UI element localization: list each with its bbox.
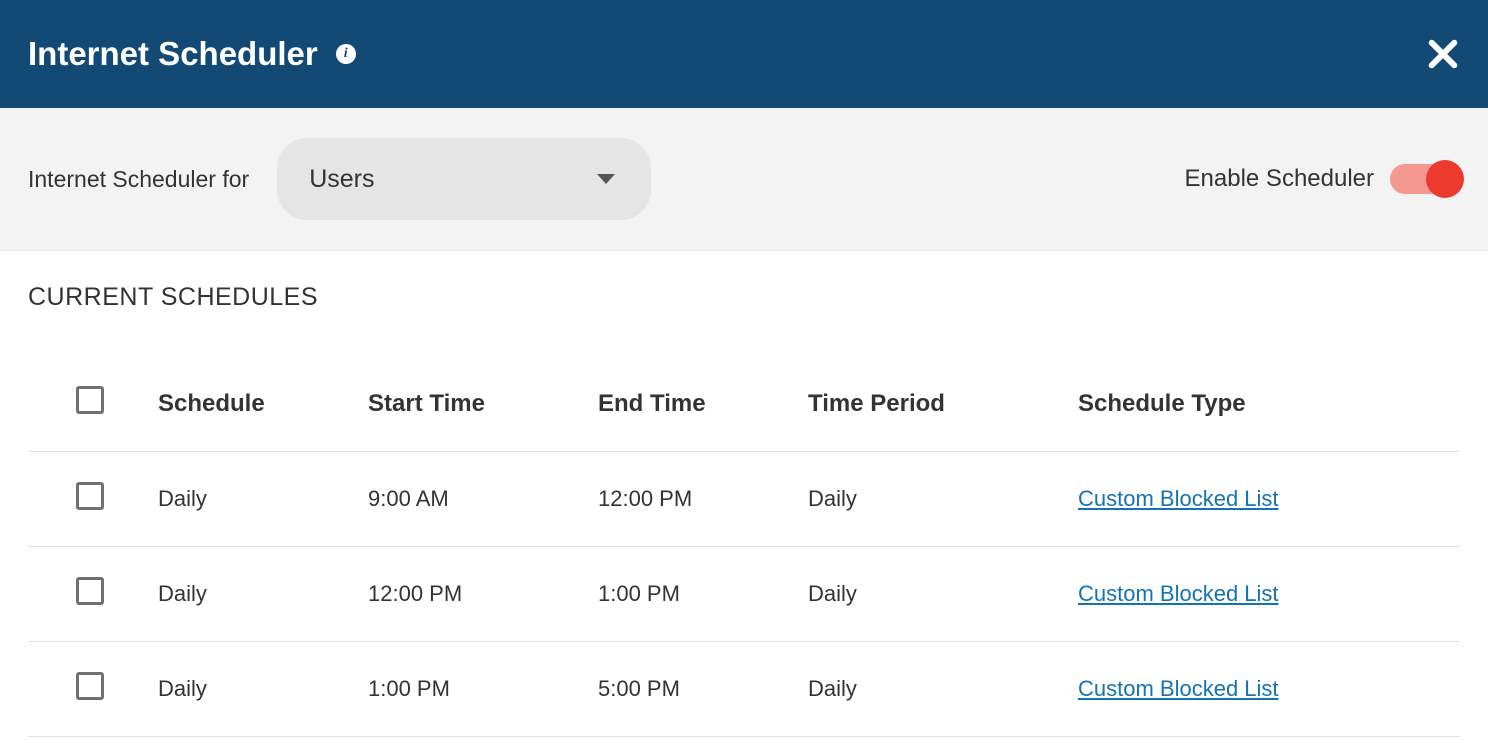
content-area: CURRENT SCHEDULES Schedule Start Time En…: [0, 251, 1488, 737]
schedule-type-link[interactable]: Custom Blocked List: [1078, 581, 1279, 606]
cell-schedule: Daily: [158, 547, 368, 642]
enable-scheduler-label: Enable Scheduler: [1185, 165, 1374, 193]
header-checkbox-cell: [28, 356, 158, 452]
section-title: CURRENT SCHEDULES: [28, 283, 1460, 312]
cell-end: 1:00 PM: [598, 547, 808, 642]
schedule-type-link[interactable]: Custom Blocked List: [1078, 486, 1279, 511]
toggle-knob: [1426, 160, 1464, 198]
filter-bar: Internet Scheduler for Users Enable Sche…: [0, 108, 1488, 251]
cell-start: 12:00 PM: [368, 547, 598, 642]
cell-period: Daily: [808, 547, 1078, 642]
filter-left: Internet Scheduler for Users: [28, 138, 651, 220]
header-schedule-type: Schedule Type: [1078, 356, 1460, 452]
dialog-header: Internet Scheduler i: [0, 0, 1488, 108]
cell-start: 9:00 AM: [368, 452, 598, 547]
cell-start: 1:00 PM: [368, 642, 598, 737]
enable-scheduler-wrap: Enable Scheduler: [1185, 164, 1460, 194]
schedules-table: Schedule Start Time End Time Time Period…: [28, 356, 1460, 737]
table-row: Daily 9:00 AM 12:00 PM Daily Custom Bloc…: [28, 452, 1460, 547]
row-checkbox[interactable]: [76, 482, 104, 510]
table-header-row: Schedule Start Time End Time Time Period…: [28, 356, 1460, 452]
row-checkbox[interactable]: [76, 577, 104, 605]
header-end-time: End Time: [598, 356, 808, 452]
cell-period: Daily: [808, 642, 1078, 737]
page-title: Internet Scheduler: [28, 35, 318, 73]
scheduler-for-value: Users: [309, 165, 374, 194]
close-button[interactable]: [1426, 37, 1460, 71]
header-left: Internet Scheduler i: [28, 35, 356, 73]
scheduler-for-label: Internet Scheduler for: [28, 166, 249, 193]
cell-end: 5:00 PM: [598, 642, 808, 737]
table-row: Daily 12:00 PM 1:00 PM Daily Custom Bloc…: [28, 547, 1460, 642]
header-schedule: Schedule: [158, 356, 368, 452]
close-icon: [1426, 37, 1460, 71]
select-all-checkbox[interactable]: [76, 386, 104, 414]
schedule-type-link[interactable]: Custom Blocked List: [1078, 676, 1279, 701]
header-time-period: Time Period: [808, 356, 1078, 452]
enable-scheduler-toggle[interactable]: [1390, 164, 1460, 194]
cell-schedule: Daily: [158, 452, 368, 547]
cell-end: 12:00 PM: [598, 452, 808, 547]
row-checkbox[interactable]: [76, 672, 104, 700]
cell-period: Daily: [808, 452, 1078, 547]
header-start-time: Start Time: [368, 356, 598, 452]
chevron-down-icon: [597, 174, 615, 184]
table-row: Daily 1:00 PM 5:00 PM Daily Custom Block…: [28, 642, 1460, 737]
cell-schedule: Daily: [158, 642, 368, 737]
scheduler-for-select[interactable]: Users: [277, 138, 651, 220]
info-icon[interactable]: i: [336, 44, 356, 64]
